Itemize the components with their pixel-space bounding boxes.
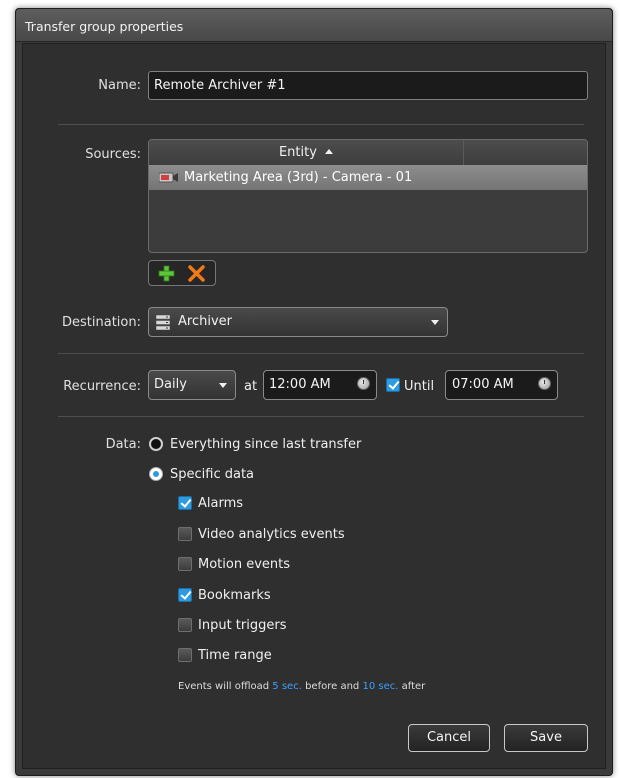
separator [58, 416, 584, 417]
name-input[interactable]: Remote Archiver #1 [148, 71, 588, 100]
dialog-body: Name: Remote Archiver #1 Sources: Entity [22, 43, 606, 769]
x-icon[interactable] [188, 265, 205, 286]
entity-column-header[interactable]: Entity [149, 140, 464, 165]
specific-data-radio[interactable] [149, 467, 163, 481]
save-button[interactable]: Save [504, 724, 588, 752]
sort-ascending-icon [325, 149, 334, 154]
destination-label: Destination: [62, 315, 141, 330]
input-triggers-checkbox[interactable] [178, 618, 192, 632]
alarms-label: Alarms [198, 496, 244, 511]
destination-value: Archiver [178, 314, 232, 329]
note-prefix: Events will offload [178, 681, 270, 692]
grid-header: Entity [149, 140, 587, 166]
end-time-value: 07:00 AM [452, 377, 514, 392]
cancel-button[interactable]: Cancel [408, 724, 490, 752]
bookmarks-checkbox[interactable] [178, 588, 192, 602]
time-range-checkbox[interactable] [178, 648, 192, 662]
transfer-group-dialog: Transfer group properties Name: Remote A… [15, 8, 613, 776]
chevron-down-icon [431, 320, 439, 325]
clock-icon[interactable] [538, 377, 551, 390]
sources-label: Sources: [85, 147, 141, 162]
bookmarks-label: Bookmarks [198, 588, 271, 603]
video-analytics-label: Video analytics events [198, 527, 345, 542]
entity-column-label: Entity [278, 145, 317, 160]
camera-icon [158, 172, 179, 187]
destination-select[interactable]: Archiver [148, 307, 448, 337]
at-label: at [244, 379, 258, 394]
until-checkbox[interactable] [386, 378, 400, 392]
everything-radio[interactable] [149, 437, 163, 451]
data-label: Data: [105, 437, 141, 452]
specific-option-label: Specific data [170, 467, 255, 482]
chevron-down-icon [219, 383, 227, 388]
separator [58, 124, 584, 125]
recurrence-select[interactable]: Daily [148, 370, 236, 400]
motion-events-checkbox[interactable] [178, 557, 192, 571]
start-time-value: 12:00 AM [269, 377, 331, 392]
dialog-title: Transfer group properties [25, 19, 184, 34]
note-middle: before and [305, 681, 360, 692]
recurrence-label: Recurrence: [63, 379, 141, 394]
recurrence-value: Daily [154, 377, 187, 392]
end-time-picker[interactable]: 07:00 AM [445, 370, 558, 400]
until-label: Until [404, 379, 435, 394]
offload-note: Events will offload 5 sec. before and 10… [178, 681, 425, 692]
table-row[interactable]: Marketing Area (3rd) - Camera - 01 [149, 165, 587, 190]
time-range-label: Time range [198, 648, 272, 663]
sources-grid[interactable]: Entity Marketing Area (3rd) - Camera - 0… [148, 139, 588, 253]
video-analytics-checkbox[interactable] [178, 527, 192, 541]
start-time-picker[interactable]: 12:00 AM [263, 370, 377, 400]
name-label: Name: [98, 78, 141, 93]
plus-icon[interactable] [158, 265, 175, 286]
server-icon [155, 314, 171, 334]
alarms-checkbox[interactable] [178, 496, 192, 510]
separator [58, 353, 584, 354]
note-suffix: after [401, 681, 426, 692]
motion-events-label: Motion events [198, 557, 291, 572]
source-actions [148, 260, 216, 286]
input-triggers-label: Input triggers [198, 618, 287, 633]
name-value: Remote Archiver #1 [154, 78, 286, 93]
before-seconds-link[interactable]: 5 sec. [272, 681, 302, 692]
after-seconds-link[interactable]: 10 sec. [362, 681, 398, 692]
dialog-titlebar[interactable]: Transfer group properties [16, 9, 612, 42]
clock-icon[interactable] [357, 377, 370, 390]
everything-option-label: Everything since last transfer [170, 437, 362, 452]
source-entity-label: Marketing Area (3rd) - Camera - 01 [184, 170, 413, 185]
